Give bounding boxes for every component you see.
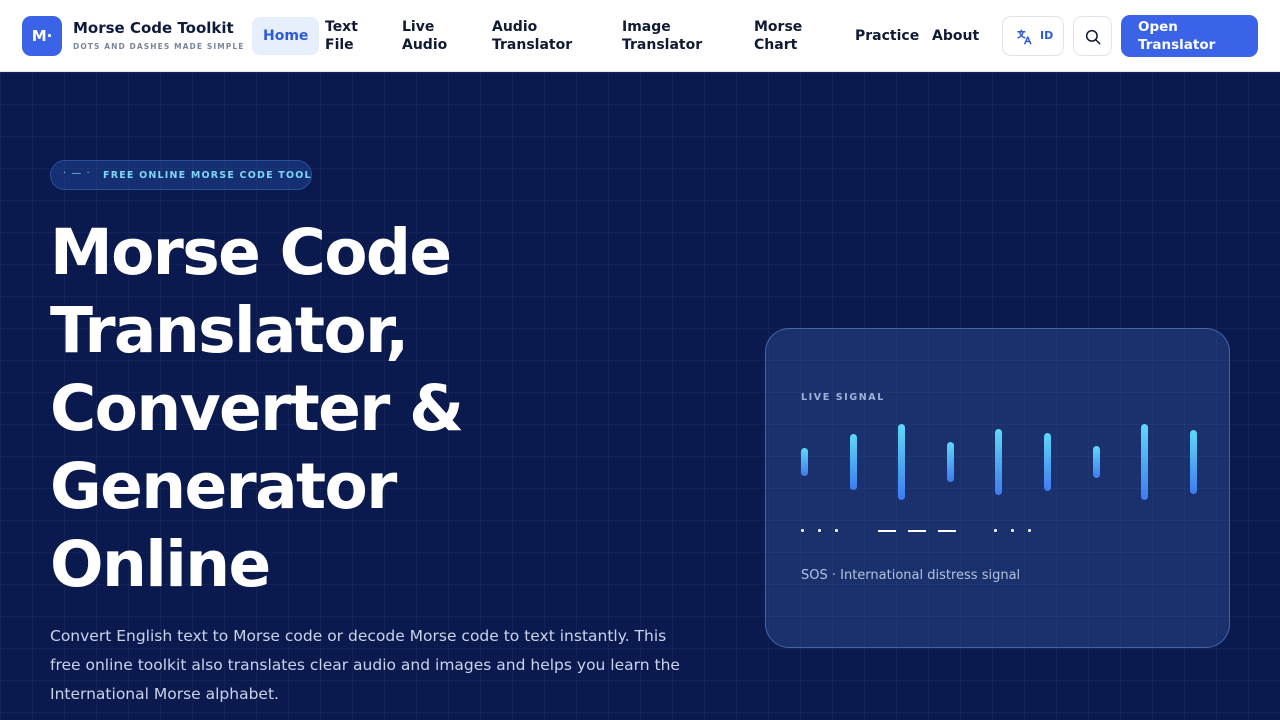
- hero-title-line: Converter &: [50, 372, 464, 445]
- translate-icon: [1017, 29, 1032, 45]
- hero-title-line: Translator,: [50, 294, 409, 367]
- morse-mini-icon: · — ·: [63, 168, 91, 179]
- nav-about[interactable]: About: [932, 27, 979, 45]
- waveform-bar: [1141, 424, 1149, 500]
- live-signal-card: LIVE SIGNAL SOS · International distress…: [765, 328, 1230, 648]
- nav-text-file-line-1: Text: [325, 19, 358, 35]
- waveform-bar: [898, 424, 906, 500]
- hero-title-line: Online: [50, 528, 271, 601]
- nav-live-audio-line-2: Audio: [402, 37, 448, 53]
- site-header: M· Morse Code Toolkit DOTS AND DASHES MA…: [0, 0, 1280, 72]
- nav-live-audio[interactable]: Live Audio: [402, 18, 447, 54]
- morse-dot: [801, 529, 804, 532]
- morse-dot: [1011, 529, 1014, 532]
- signal-caption: SOS · International distress signal: [801, 568, 1021, 583]
- nav-practice[interactable]: Practice: [855, 27, 919, 45]
- nav-morse-chart-line-2: Chart: [754, 37, 798, 53]
- search-icon: [1085, 29, 1101, 45]
- live-signal-label: LIVE SIGNAL: [801, 392, 885, 403]
- hero-title-line: Morse Code: [50, 216, 452, 289]
- nav-image-translator[interactable]: Image Translator: [622, 18, 702, 54]
- nav-audio-translator-line-2: Translator: [492, 37, 573, 53]
- morse-dot: [835, 529, 838, 532]
- brand-name[interactable]: Morse Code Toolkit: [73, 19, 234, 37]
- waveform-bar: [995, 428, 1003, 496]
- waveform-bar: [1044, 432, 1051, 492]
- open-translator-line-1: Open: [1138, 19, 1178, 35]
- open-translator-button[interactable]: Open Translator: [1121, 15, 1258, 57]
- waveform-bar: [801, 447, 808, 477]
- morse-sequence: [801, 525, 1101, 535]
- morse-dot: [1028, 529, 1031, 532]
- morse-dash: [938, 530, 956, 532]
- hero-section: · — · FREE ONLINE MORSE CODE TOOL Morse …: [0, 72, 1280, 720]
- logo-badge[interactable]: M·: [22, 16, 62, 56]
- morse-dot: [818, 529, 821, 532]
- nav-home[interactable]: Home: [252, 17, 320, 55]
- nav-image-translator-line-1: Image: [622, 19, 671, 35]
- search-button[interactable]: [1073, 16, 1112, 56]
- morse-dash: [908, 530, 926, 532]
- feature-pill: · — · FREE ONLINE MORSE CODE TOOL: [50, 160, 312, 190]
- hero-title: Morse Code Translator, Converter & Gener…: [50, 214, 690, 604]
- nav-image-translator-line-2: Translator: [622, 37, 703, 53]
- feature-pill-label: FREE ONLINE MORSE CODE TOOL: [103, 170, 312, 181]
- morse-dash: [878, 530, 896, 532]
- waveform-bar: [849, 434, 857, 490]
- hero-title-line: Generator: [50, 450, 397, 523]
- language-code: ID: [1040, 29, 1054, 42]
- morse-dot: [994, 529, 997, 532]
- nav-text-file[interactable]: Text File: [325, 18, 358, 54]
- nav-live-audio-line-1: Live: [402, 19, 435, 35]
- open-translator-line-2: Translator: [1138, 37, 1216, 53]
- nav-morse-chart-line-1: Morse: [754, 19, 803, 35]
- waveform-bar: [1189, 430, 1197, 494]
- waveform-bar: [1092, 446, 1100, 478]
- hero-description: Convert English text to Morse code or de…: [50, 627, 680, 703]
- nav-text-file-line-2: File: [325, 37, 354, 53]
- nav-audio-translator[interactable]: Audio Translator: [492, 18, 572, 54]
- nav-morse-chart[interactable]: Morse Chart: [754, 18, 802, 54]
- nav-audio-translator-line-1: Audio: [492, 19, 538, 35]
- waveform-bar: [946, 441, 954, 483]
- brand-tagline: DOTS AND DASHES MADE SIMPLE: [73, 42, 245, 51]
- language-switcher-button[interactable]: ID: [1002, 16, 1064, 56]
